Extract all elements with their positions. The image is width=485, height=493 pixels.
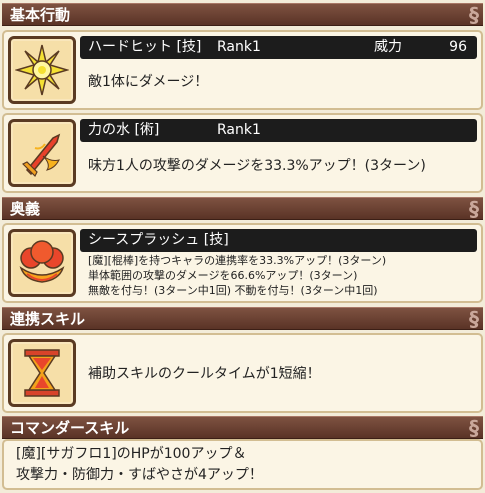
section-header-renkei: 連携スキル § <box>2 307 483 331</box>
section-header-basic: 基本行動 § <box>2 3 483 27</box>
effect-line: [魔][棍棒]を持つキャラの連携率を33.3%アップ！(3ターン) <box>88 254 387 267</box>
flaming-sword-icon <box>8 119 76 187</box>
commander-line: [魔][サガフロ1]のHPが100アップ＆ <box>16 446 247 462</box>
skill-name: ハードヒット [技] <box>88 39 202 55</box>
skill-card-renkei[interactable]: 補助スキルのクールタイムが1短縮！ <box>2 333 483 413</box>
skill-name-bar: 力の水 [術] Rank1 <box>80 119 477 142</box>
scroll-curl-icon: § <box>469 3 479 27</box>
starburst-icon <box>8 36 76 104</box>
skill-card-hard-hit[interactable]: ハードヒット [技] Rank1 威力 96 敵1体にダメージ！ <box>2 30 483 110</box>
skill-name-bar: ハードヒット [技] Rank1 威力 96 <box>80 36 477 59</box>
section-header-commander: コマンダースキル § <box>2 416 483 440</box>
skill-description: 補助スキルのクールタイムが1短縮！ <box>88 366 321 382</box>
commander-skill-card: [魔][サガフロ1]のHPが100アップ＆ 攻撃力・防御力・すばやさが4アップ！ <box>2 439 483 490</box>
power-value: 96 <box>449 39 467 55</box>
skill-rank: Rank1 <box>217 39 261 55</box>
skill-description: 敵1体にダメージ！ <box>88 74 209 90</box>
section-header-ougi: 奥義 § <box>2 197 483 221</box>
effect-line: 無敵を付与！(3ターン中1回) 不動を付与！(3ターン中1回) <box>88 284 378 297</box>
commander-line: 攻撃力・防御力・すばやさが4アップ！ <box>16 467 263 483</box>
section-title: 連携スキル <box>10 310 86 328</box>
fire-orb-icon <box>8 229 76 297</box>
power-label: 威力 <box>374 39 402 55</box>
skill-name: シースプラッシュ [技] <box>88 232 229 248</box>
skill-card-sea-splash[interactable]: シースプラッシュ [技] [魔][棍棒]を持つキャラの連携率を33.3%アップ！… <box>2 223 483 303</box>
skill-name-bar: シースプラッシュ [技] <box>80 229 477 252</box>
hourglass-icon <box>8 339 76 407</box>
skill-description: [魔][棍棒]を持つキャラの連携率を33.3%アップ！(3ターン) 単体範囲の攻… <box>88 253 386 298</box>
scroll-curl-icon: § <box>469 307 479 331</box>
skill-name: 力の水 [術] <box>88 122 160 138</box>
skill-rank: Rank1 <box>217 122 261 138</box>
scroll-curl-icon: § <box>469 197 479 221</box>
effect-line: 単体範囲の攻撃のダメージを66.6%アップ！(3ターン) <box>88 269 358 282</box>
section-title: 基本行動 <box>10 6 71 24</box>
skill-description: 味方1人の攻撃のダメージを33.3%アップ！(3ターン) <box>88 158 426 174</box>
skill-card-power-water[interactable]: 力の水 [術] Rank1 味方1人の攻撃のダメージを33.3%アップ！(3ター… <box>2 113 483 193</box>
section-title: 奥義 <box>10 200 41 218</box>
scroll-curl-icon: § <box>469 416 479 440</box>
section-title: コマンダースキル <box>10 419 130 437</box>
